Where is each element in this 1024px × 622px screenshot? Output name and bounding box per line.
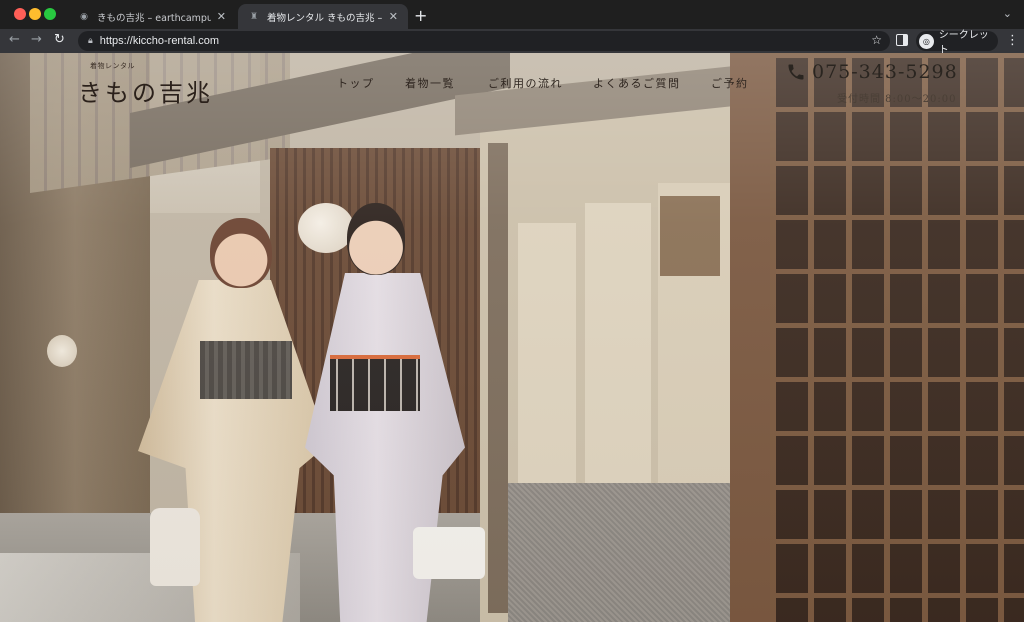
reload-icon[interactable]: ↻ [54,32,65,47]
web-page: 着物レンタル きもの吉兆 トップ 着物一覧 ご利用の流れ よくあるご質問 ご予約… [0,53,1024,622]
tab-earthcampus[interactable]: ◉ きもの吉兆 – earthcampus株式会社 ✕ [68,4,236,29]
lock-icon[interactable]: 🔒︎ [88,36,93,46]
forward-arrow-icon[interactable]: → [31,32,42,47]
more-menu-icon[interactable]: ⋮ [1006,33,1019,48]
close-window-button[interactable] [14,8,26,20]
photo-overlay [0,53,1024,622]
nav-faq[interactable]: よくあるご質問 [593,75,681,91]
business-hours: 受付時間 8:00～20:00 [837,94,957,105]
close-tab-icon[interactable]: ✕ [389,10,398,23]
tab-title: きもの吉兆 – earthcampus株式会社 [97,12,211,24]
browser-toolbar: ← → ↻ 🔒︎ https://kiccho-rental.com ☆ ◎ シ… [0,29,1024,56]
nav-top[interactable]: トップ [337,75,375,91]
url-text[interactable]: https://kiccho-rental.com [100,35,219,47]
tab-bar: ◉ きもの吉兆 – earthcampus株式会社 ✕ ♜ 着物レンタル きもの… [0,0,1024,29]
nav-usage-flow[interactable]: ご利用の流れ [488,75,563,91]
close-tab-icon[interactable]: ✕ [217,10,226,23]
logo-tagline: 着物レンタル [90,62,135,70]
back-arrow-icon[interactable]: ← [9,32,20,47]
side-panel-icon[interactable] [896,34,908,46]
bookmark-star-icon[interactable]: ☆ [871,33,882,47]
incognito-label: シークレット [938,30,989,56]
tab-title: 着物レンタル きもの吉兆 – 京都で [267,12,383,24]
nav-kimono-list[interactable]: 着物一覧 [405,75,455,91]
minimize-window-button[interactable] [29,8,41,20]
phone-number[interactable]: 075-343-5298 [812,61,958,83]
tab-kiccho-rental[interactable]: ♜ 着物レンタル きもの吉兆 – 京都で ✕ [238,4,408,29]
kimono-favicon-icon: ♜ [249,11,259,22]
new-tab-button[interactable]: + [414,6,427,25]
globe-icon: ◉ [80,11,88,22]
incognito-indicator[interactable]: ◎ シークレット [916,30,998,56]
incognito-icon: ◎ [919,33,934,49]
phone-icon [788,64,804,80]
address-bar[interactable]: 🔒︎ https://kiccho-rental.com ☆ [78,31,890,51]
tab-search-chevron-icon[interactable]: ⌄ [1003,7,1012,20]
nav-reservation[interactable]: ご予約 [711,75,749,91]
maximize-window-button[interactable] [44,8,56,20]
site-logo[interactable]: きもの吉兆 [78,73,213,108]
